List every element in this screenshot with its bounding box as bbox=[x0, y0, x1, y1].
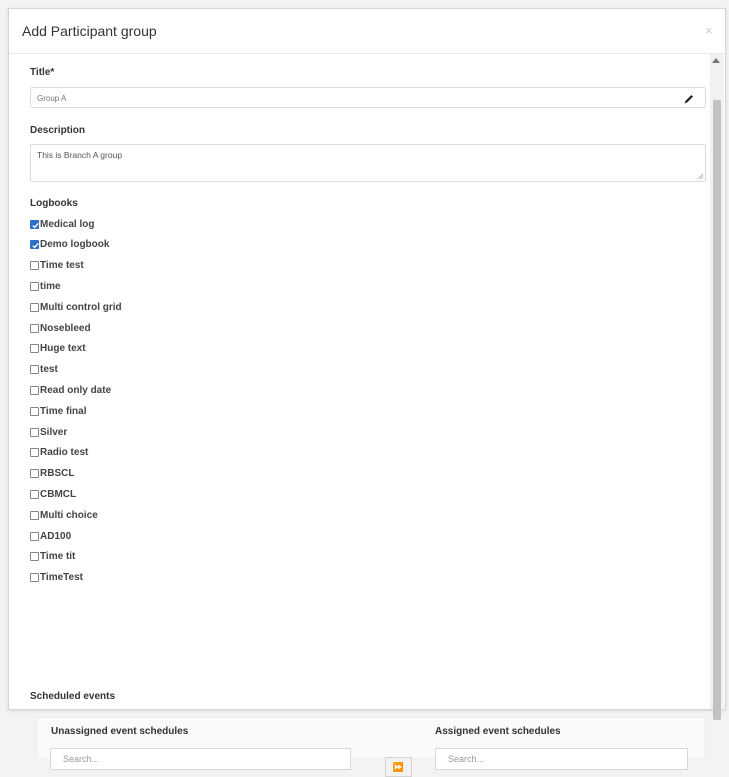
logbook-item[interactable]: Radio test bbox=[30, 445, 88, 461]
logbook-label: CBMCL bbox=[40, 488, 77, 500]
scrollbar[interactable] bbox=[710, 54, 724, 720]
logbook-item[interactable]: Demo logbook bbox=[30, 237, 109, 253]
logbook-item[interactable]: Silver bbox=[30, 424, 67, 440]
description-label: Description bbox=[30, 125, 86, 136]
title-input-value: Group A bbox=[37, 94, 67, 103]
logbook-label: Read only date bbox=[40, 384, 112, 396]
unassigned-search-placeholder: Search... bbox=[63, 754, 100, 764]
checkbox[interactable] bbox=[30, 469, 39, 479]
logbook-label: AD100 bbox=[40, 530, 72, 542]
logbook-item[interactable]: Medical log bbox=[30, 216, 94, 232]
logbook-label: Radio test bbox=[40, 447, 89, 459]
logbook-label: Multi control grid bbox=[40, 301, 122, 313]
add-participant-group-modal: Add Participant group × Title* Group A D… bbox=[8, 8, 726, 777]
checkbox-checked[interactable] bbox=[30, 240, 39, 250]
logbook-item[interactable]: Time tit bbox=[30, 549, 75, 565]
move-all-button[interactable]: ⏩ bbox=[385, 757, 412, 777]
logbook-label: test bbox=[40, 364, 58, 376]
logbook-item[interactable]: Huge text bbox=[30, 341, 86, 357]
assigned-search-placeholder: Search... bbox=[448, 754, 485, 764]
logbook-label: Multi choice bbox=[40, 509, 98, 521]
assigned-search-input[interactable]: Search... bbox=[435, 748, 688, 770]
checkbox[interactable] bbox=[30, 302, 39, 312]
title-input[interactable]: Group A bbox=[30, 87, 706, 108]
modal-header: Add Participant group × bbox=[9, 9, 725, 54]
title-label: Title* bbox=[30, 67, 55, 78]
checkbox[interactable] bbox=[30, 573, 39, 583]
logbook-item[interactable]: time bbox=[30, 278, 61, 294]
scheduled-events-panel: Unassigned event schedules Search... ⏩ A… bbox=[36, 717, 706, 777]
checkbox[interactable] bbox=[30, 406, 39, 416]
logbook-item[interactable]: Time test bbox=[30, 258, 84, 274]
logbooks-label: Logbooks bbox=[30, 198, 78, 209]
checkbox-checked[interactable] bbox=[30, 219, 39, 229]
logbook-item[interactable]: RBSCL bbox=[30, 466, 74, 482]
logbook-label: Time final bbox=[40, 405, 87, 417]
logbook-label: Time tit bbox=[40, 551, 76, 563]
logbook-item[interactable]: AD100 bbox=[30, 528, 71, 544]
logbook-item[interactable]: CBMCL bbox=[30, 486, 76, 502]
logbook-item[interactable]: Multi choice bbox=[30, 507, 98, 523]
checkbox[interactable] bbox=[30, 261, 39, 271]
unassigned-search-input[interactable]: Search... bbox=[50, 748, 351, 770]
checkbox[interactable] bbox=[30, 365, 39, 375]
assigned-event-schedules-label: Assigned event schedules bbox=[435, 726, 561, 737]
checkbox[interactable] bbox=[30, 489, 39, 499]
checkbox[interactable] bbox=[30, 385, 39, 395]
logbook-item[interactable]: Time final bbox=[30, 403, 87, 419]
scroll-up-icon[interactable] bbox=[712, 58, 720, 63]
logbook-item[interactable]: Nosebleed bbox=[30, 320, 91, 336]
description-textarea[interactable]: This is Branch A group bbox=[30, 144, 706, 182]
logbook-label: Silver bbox=[40, 426, 68, 438]
pencil-icon[interactable] bbox=[683, 93, 695, 105]
checkbox[interactable] bbox=[30, 552, 39, 562]
logbook-label: Demo logbook bbox=[40, 239, 110, 251]
description-value: This is Branch A group bbox=[37, 150, 123, 160]
logbook-item[interactable]: TimeTest bbox=[30, 570, 83, 586]
logbook-label: RBSCL bbox=[40, 468, 75, 480]
resize-handle-icon[interactable] bbox=[697, 173, 703, 179]
logbook-label: Medical log bbox=[40, 218, 95, 230]
logbook-item[interactable]: Multi control grid bbox=[30, 299, 122, 315]
logbook-label: Time test bbox=[40, 260, 84, 272]
scrollbar-thumb[interactable] bbox=[713, 100, 721, 720]
checkbox[interactable] bbox=[30, 448, 39, 458]
checkbox[interactable] bbox=[30, 510, 39, 520]
checkbox[interactable] bbox=[30, 427, 39, 437]
logbook-label: time bbox=[40, 280, 61, 292]
logbook-label: Nosebleed bbox=[40, 322, 91, 334]
checkbox[interactable] bbox=[30, 344, 39, 354]
scheduled-events-label: Scheduled events bbox=[30, 691, 116, 702]
unassigned-event-schedules-label: Unassigned event schedules bbox=[51, 726, 189, 737]
checkbox[interactable] bbox=[30, 281, 39, 291]
logbook-label: Huge text bbox=[40, 343, 86, 355]
double-arrow-right-icon: ⏩ bbox=[392, 762, 405, 772]
modal-title: Add Participant group bbox=[22, 23, 157, 39]
close-icon[interactable]: × bbox=[705, 23, 713, 38]
logbook-label: TimeTest bbox=[40, 572, 83, 584]
logbook-item[interactable]: test bbox=[30, 362, 58, 378]
checkbox[interactable] bbox=[30, 323, 39, 333]
logbook-item[interactable]: Read only date bbox=[30, 382, 111, 398]
checkbox[interactable] bbox=[30, 531, 39, 541]
